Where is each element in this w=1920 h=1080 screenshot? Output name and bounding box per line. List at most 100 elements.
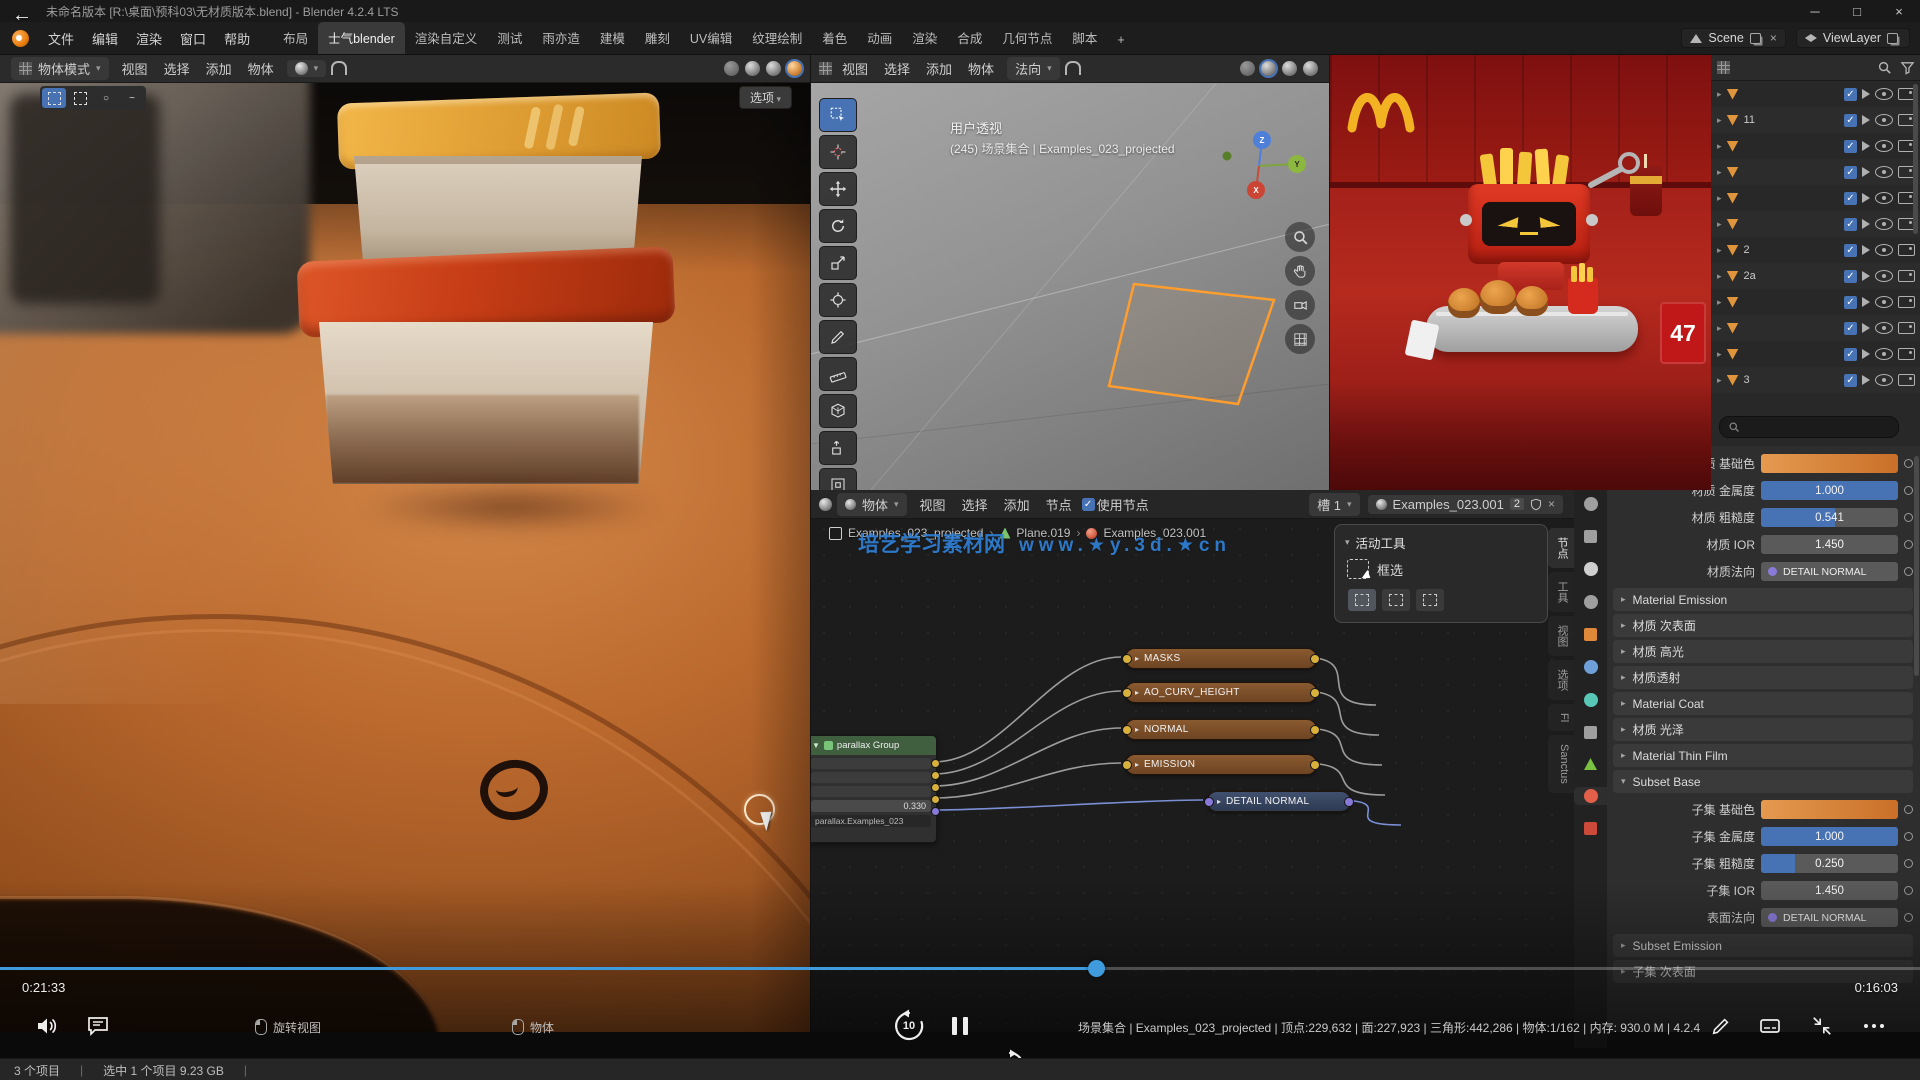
menu-vpm-3[interactable]: 物体 xyxy=(960,57,1002,80)
select-subtract-button[interactable] xyxy=(1415,588,1445,612)
axis-gizmo[interactable]: Z Y X xyxy=(1211,128,1311,228)
circle-select-button[interactable]: ○ xyxy=(94,88,118,108)
shading-rendered-icon[interactable] xyxy=(787,61,802,76)
outliner-row[interactable]: ▸✓ xyxy=(1711,289,1920,315)
tweak-tool-button[interactable] xyxy=(42,88,66,108)
viewport-solid[interactable]: 视图选择添加物体 法向 用户透视 (245) 场景集合 | Examples_0… xyxy=(810,54,1330,490)
selectable-icon[interactable] xyxy=(1862,115,1870,125)
property-value-control[interactable]: 1.450 xyxy=(1761,535,1898,554)
group-node-socket-row[interactable] xyxy=(811,758,931,769)
topbar-menu-4[interactable]: 帮助 xyxy=(215,26,259,51)
workspace-tab-8[interactable]: 纹理绘制 xyxy=(742,22,812,54)
workspace-tab-1[interactable]: 士气blender xyxy=(318,22,405,54)
edit-button[interactable] xyxy=(1710,1015,1732,1037)
workspace-tab-15[interactable]: + xyxy=(1107,27,1134,54)
node-detail-normal[interactable]: ▸DETAIL NORMAL xyxy=(1207,791,1351,812)
tab-modifiers[interactable] xyxy=(1574,658,1607,676)
checkbox-icon[interactable]: ✓ xyxy=(1844,296,1857,309)
transform-orientation-left[interactable] xyxy=(287,60,327,77)
outliner-row[interactable]: ▸✓ xyxy=(1711,159,1920,185)
checkbox-icon[interactable]: ✓ xyxy=(1844,348,1857,361)
active-tool-header[interactable]: ▾ 活动工具 xyxy=(1335,531,1547,554)
eye-icon[interactable] xyxy=(1875,114,1893,126)
camera-visibility-icon[interactable] xyxy=(1898,270,1915,282)
group-node-value[interactable]: 0.330 xyxy=(811,800,931,812)
tool-select-box-button[interactable] xyxy=(819,98,857,132)
snap-icon[interactable] xyxy=(1065,61,1081,75)
keyframe-dot[interactable] xyxy=(1904,805,1913,814)
workspace-tab-3[interactable]: 测试 xyxy=(487,22,532,54)
panel-header-6[interactable]: ▸材质 次表面 xyxy=(1613,614,1913,637)
selectable-icon[interactable] xyxy=(1862,193,1870,203)
eye-icon[interactable] xyxy=(1875,140,1893,152)
axis-y-label[interactable]: Y xyxy=(1294,160,1300,169)
mode-dropdown[interactable]: 物体模式 xyxy=(11,57,109,80)
eye-icon[interactable] xyxy=(1875,374,1893,386)
tool-transform-button[interactable] xyxy=(819,283,857,317)
panel-header-9[interactable]: ▸Material Coat xyxy=(1613,692,1913,715)
panel-header-7[interactable]: ▸材质 高光 xyxy=(1613,640,1913,663)
tab-texture[interactable] xyxy=(1574,820,1607,837)
outliner-search-input[interactable] xyxy=(1719,416,1899,438)
workspace-tab-9[interactable]: 着色 xyxy=(812,22,857,54)
outliner-row[interactable]: ▸✓ xyxy=(1711,81,1920,107)
property-color-control[interactable] xyxy=(1761,454,1898,473)
checkbox-icon[interactable]: ✓ xyxy=(1844,322,1857,335)
checkbox-icon[interactable]: ✓ xyxy=(1844,374,1857,387)
comments-button[interactable] xyxy=(86,1014,110,1038)
workspace-tab-4[interactable]: 雨亦造 xyxy=(532,22,590,54)
unlink-scene-icon[interactable]: × xyxy=(1770,31,1777,45)
checkbox-icon[interactable]: ✓ xyxy=(1844,114,1857,127)
eye-icon[interactable] xyxy=(1875,348,1893,360)
property-color-control[interactable] xyxy=(1761,800,1898,819)
new-viewlayer-icon[interactable] xyxy=(1887,33,1898,44)
checkbox-icon[interactable]: ✓ xyxy=(1844,166,1857,179)
selectable-icon[interactable] xyxy=(1862,271,1870,281)
topbar-menu-0[interactable]: 文件 xyxy=(39,26,83,51)
transform-orientation[interactable]: 法向 xyxy=(1007,57,1060,80)
camera-visibility-icon[interactable] xyxy=(1898,296,1915,308)
tool-3d-cursor-button[interactable] xyxy=(819,135,857,169)
workspace-tab-5[interactable]: 建模 xyxy=(590,22,635,54)
tab-output[interactable] xyxy=(1574,528,1607,545)
editor-type-icon[interactable] xyxy=(819,62,832,75)
property-slider-control[interactable]: 0.541 xyxy=(1761,508,1898,527)
fake-user-shield-icon[interactable] xyxy=(1530,498,1542,511)
panel-header-12[interactable]: ▾Subset Base xyxy=(1613,770,1913,793)
node-emission[interactable]: ▸EMISSION xyxy=(1125,754,1317,775)
menu-vpm-1[interactable]: 选择 xyxy=(876,57,918,80)
camera-visibility-icon[interactable] xyxy=(1898,322,1915,334)
eye-icon[interactable] xyxy=(1875,244,1893,256)
property-slider-control[interactable]: 1.000 xyxy=(1761,481,1898,500)
expand-icon[interactable]: ▸ xyxy=(1717,271,1722,282)
new-scene-icon[interactable] xyxy=(1750,33,1761,44)
outliner-row[interactable]: ▸2✓ xyxy=(1711,237,1920,263)
eye-icon[interactable] xyxy=(1875,296,1893,308)
keyframe-dot[interactable] xyxy=(1904,567,1913,576)
tab-constraints[interactable] xyxy=(1574,724,1607,741)
maximize-button[interactable]: □ xyxy=(1836,0,1878,22)
slot-dropdown[interactable]: 槽 1 xyxy=(1309,493,1359,516)
expand-icon[interactable]: ▸ xyxy=(1717,141,1722,152)
snap-icon[interactable] xyxy=(331,61,347,75)
checkbox-icon[interactable]: ✓ xyxy=(1844,244,1857,257)
tab-object-data[interactable] xyxy=(1574,756,1607,772)
eye-icon[interactable] xyxy=(1875,166,1893,178)
outliner-scrollbar[interactable] xyxy=(1913,84,1918,234)
shading-material-icon[interactable] xyxy=(1282,61,1297,76)
box-select-button[interactable] xyxy=(68,88,92,108)
unlink-material-icon[interactable]: × xyxy=(1548,497,1555,511)
tab-physics[interactable] xyxy=(1574,691,1607,709)
keyframe-dot[interactable] xyxy=(1904,486,1913,495)
selectable-icon[interactable] xyxy=(1862,167,1870,177)
keyframe-dot[interactable] xyxy=(1904,540,1913,549)
editor-type-icon[interactable] xyxy=(819,498,832,511)
group-node-socket-row[interactable] xyxy=(811,772,931,783)
axis-z-label[interactable]: Z xyxy=(1260,136,1265,145)
outliner-row[interactable]: ▸✓ xyxy=(1711,185,1920,211)
image-editor-render[interactable]: 47 xyxy=(1329,54,1711,490)
group-node-socket-row[interactable] xyxy=(811,786,931,797)
shading-rendered-icon[interactable] xyxy=(1303,61,1318,76)
tool-rotate-button[interactable] xyxy=(819,209,857,243)
shading-wireframe-icon[interactable] xyxy=(724,61,739,76)
